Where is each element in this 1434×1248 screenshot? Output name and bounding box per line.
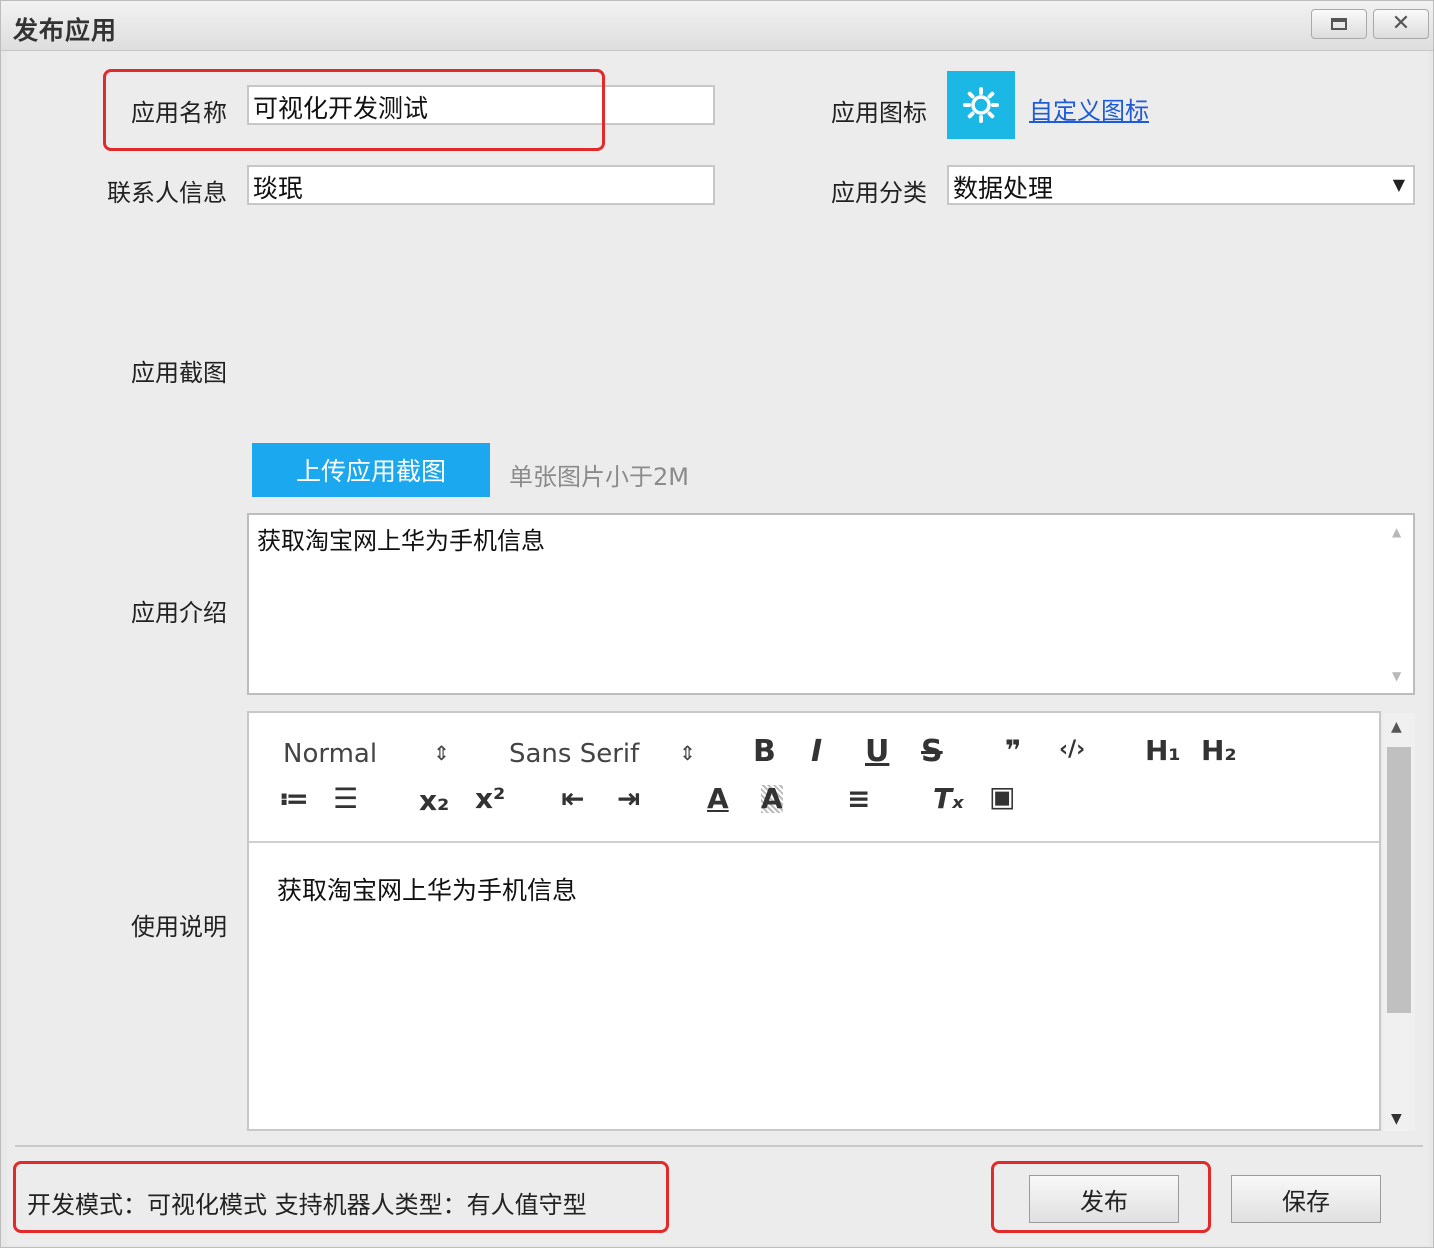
strike-button[interactable]: S <box>921 737 943 767</box>
editor-toolbar: Normal ⇕ Sans Serif ⇕ B I U S ❞ ‹/› H₁ H… <box>249 713 1379 843</box>
category-label: 应用分类 <box>831 179 927 207</box>
publish-app-dialog: 发布应用 ✕ 应用名称 可视化开发测试 应用图标 自定义图标 联系人信息 琰珉 … <box>0 0 1434 1248</box>
image-icon[interactable]: ▣ <box>989 783 1015 811</box>
intro-text: 获取淘宝网上华为手机信息 <box>257 527 545 555</box>
mode-info-highlight <box>13 1161 669 1233</box>
blockquote-button[interactable]: ❞ <box>1005 737 1021 765</box>
outdent-icon[interactable]: ⇤ <box>561 785 584 813</box>
chevron-down-icon: ▼ <box>1392 175 1405 194</box>
bold-button[interactable]: B <box>753 737 776 767</box>
editor-scrollbar[interactable]: ▲ ▼ <box>1383 713 1415 1131</box>
usage-rich-editor[interactable]: Normal ⇕ Sans Serif ⇕ B I U S ❞ ‹/› H₁ H… <box>247 711 1381 1131</box>
publish-highlight <box>991 1161 1211 1233</box>
scrollbar-thumb[interactable] <box>1387 747 1411 1013</box>
dialog-body: 应用名称 可视化开发测试 应用图标 自定义图标 联系人信息 琰珉 应用分类 数据… <box>7 51 1429 1245</box>
intro-textarea[interactable]: 获取淘宝网上华为手机信息 ▲ ▼ <box>247 513 1415 695</box>
intro-scrollbar[interactable]: ▲ ▼ <box>1383 517 1411 691</box>
dialog-title: 发布应用 <box>13 16 118 45</box>
save-button[interactable]: 保存 <box>1231 1175 1381 1223</box>
scroll-up-icon[interactable]: ▲ <box>1392 525 1401 539</box>
custom-icon-link[interactable]: 自定义图标 <box>1029 91 1149 126</box>
intro-label: 应用介绍 <box>131 599 227 627</box>
title-bar: 发布应用 ✕ <box>1 1 1433 51</box>
upload-screenshot-button[interactable]: 上传应用截图 <box>252 443 490 497</box>
scroll-up-icon[interactable]: ▲ <box>1391 719 1402 735</box>
size-select-arrows-icon[interactable]: ⇕ <box>433 743 450 763</box>
bullet-list-icon[interactable]: ☰ <box>333 785 358 813</box>
text-color-icon[interactable]: A <box>707 785 729 813</box>
close-icon: ✕ <box>1391 11 1411 36</box>
italic-button[interactable]: I <box>811 737 822 767</box>
code-button[interactable]: ‹/› <box>1059 739 1085 761</box>
category-select-value: 数据处理 <box>953 174 1054 203</box>
usage-label: 使用说明 <box>131 913 227 941</box>
app-icon-label: 应用图标 <box>831 99 927 127</box>
footer-divider <box>15 1145 1423 1147</box>
clear-format-icon[interactable]: Tₓ <box>933 785 964 813</box>
gear-icon <box>963 87 999 123</box>
restore-icon <box>1331 18 1347 30</box>
underline-button[interactable]: U <box>865 737 889 767</box>
category-select[interactable]: 数据处理 ▼ <box>947 165 1415 205</box>
contact-input[interactable]: 琰珉 <box>247 165 715 205</box>
header2-button[interactable]: H₂ <box>1201 737 1237 765</box>
contact-label: 联系人信息 <box>107 179 227 207</box>
align-icon[interactable]: ≡ <box>847 785 870 813</box>
ordered-list-icon[interactable]: ≔ <box>279 785 309 813</box>
scroll-down-icon[interactable]: ▼ <box>1392 669 1401 683</box>
screenshot-label: 应用截图 <box>131 359 227 387</box>
font-select[interactable]: Sans Serif <box>509 741 639 767</box>
header1-button[interactable]: H₁ <box>1145 737 1181 765</box>
usage-text[interactable]: 获取淘宝网上华为手机信息 <box>277 871 577 907</box>
restore-button[interactable] <box>1311 9 1367 39</box>
app-icon-preview[interactable] <box>947 71 1015 139</box>
upload-hint: 单张图片小于2M <box>509 463 689 491</box>
background-color-icon[interactable]: A <box>761 785 783 813</box>
subscript-button[interactable]: x₂ <box>419 787 449 815</box>
app-name-highlight <box>103 69 605 151</box>
font-select-arrows-icon[interactable]: ⇕ <box>679 743 696 763</box>
scroll-down-icon[interactable]: ▼ <box>1391 1111 1402 1127</box>
superscript-button[interactable]: x² <box>475 785 505 813</box>
close-button[interactable]: ✕ <box>1373 9 1429 39</box>
size-select[interactable]: Normal <box>283 741 377 767</box>
indent-icon[interactable]: ⇥ <box>617 785 640 813</box>
